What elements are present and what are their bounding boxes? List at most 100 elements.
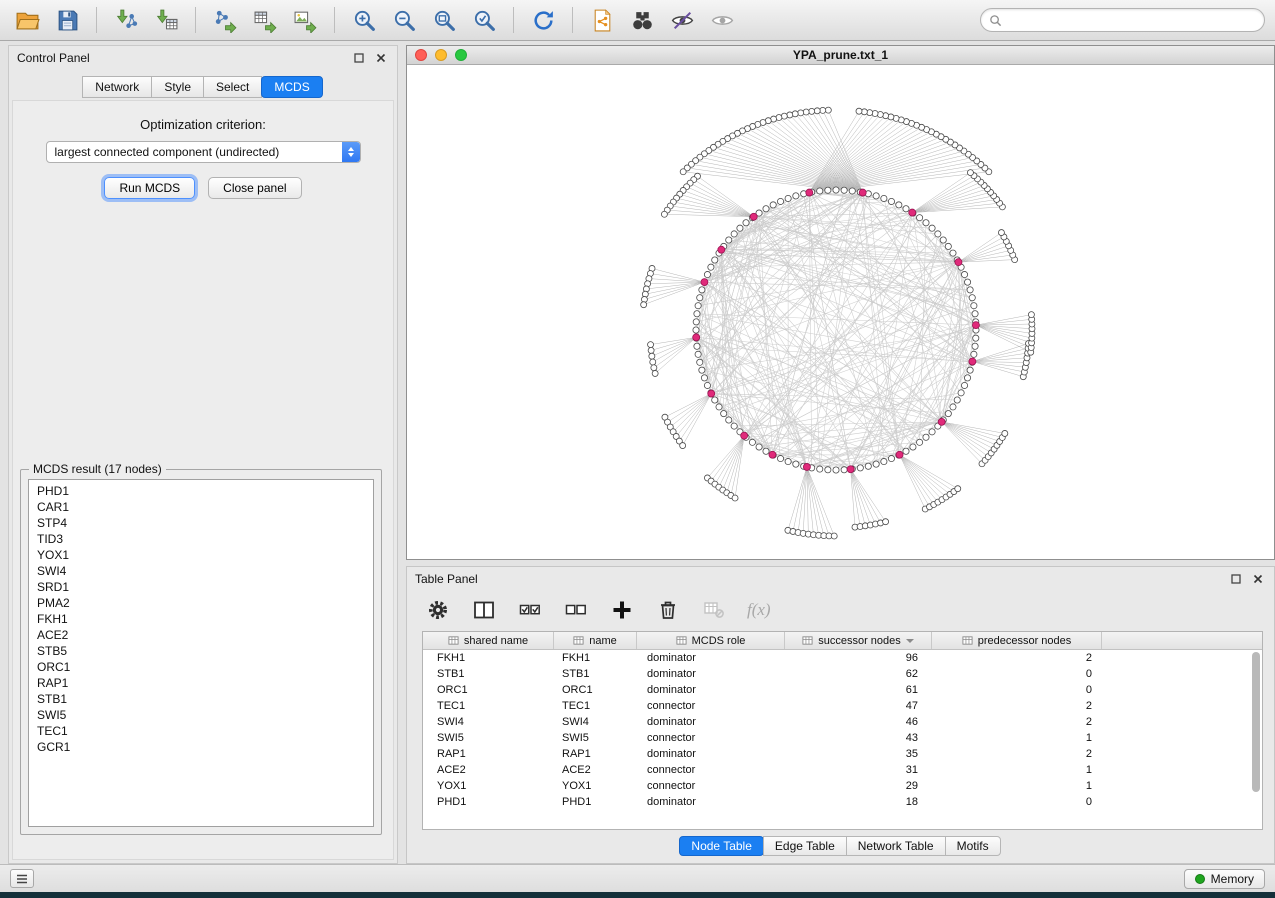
export-network-button[interactable] [208,4,242,36]
table-tab-label: Edge Table [775,839,835,853]
show-graphics-details-button[interactable] [705,4,739,36]
column-header[interactable]: predecessor nodes [932,632,1102,649]
import-network-button[interactable] [109,4,143,36]
export-image-button[interactable] [288,4,322,36]
cell-name: FKH1 [554,652,637,664]
table-row[interactable]: STB1 STB1 dominator 62 0 [423,666,1262,682]
table-row[interactable]: SWI5 SWI5 connector 43 1 [423,730,1262,746]
status-menu-button[interactable] [10,869,34,888]
zoom-out-button[interactable] [387,4,421,36]
table-row[interactable]: TEC1 TEC1 connector 47 2 [423,698,1262,714]
column-header[interactable]: MCDS role [637,632,785,649]
table-row[interactable]: FKH1 FKH1 dominator 96 2 [423,650,1262,666]
criterion-select[interactable]: largest connected component (undirected) [46,141,361,163]
close-panel-button-secondary[interactable]: Close panel [208,177,301,199]
memory-button[interactable]: Memory [1184,869,1265,889]
cell-mcds-role: dominator [637,652,785,664]
table-row[interactable]: RAP1 RAP1 dominator 35 2 [423,746,1262,762]
table-row[interactable]: ACE2 ACE2 connector 31 1 [423,762,1262,778]
result-node-item[interactable]: YOX1 [37,547,373,563]
delete-column-button[interactable] [655,597,681,623]
status-bar: Memory [0,864,1275,892]
float-panel-button[interactable] [351,50,367,66]
refresh-layout-button[interactable] [526,4,560,36]
node-table: shared name name [422,631,1263,830]
result-node-item[interactable]: PMA2 [37,595,373,611]
eye-slash-icon [670,8,695,33]
result-node-label: RAP1 [37,676,68,690]
maximize-window-button[interactable] [455,49,467,61]
result-node-item[interactable]: SWI4 [37,563,373,579]
zoom-in-button[interactable] [347,4,381,36]
table-settings-button[interactable] [425,597,451,623]
result-node-item[interactable]: ORC1 [37,659,373,675]
result-node-item[interactable]: TEC1 [37,723,373,739]
close-table-panel-button[interactable] [1250,571,1266,587]
result-node-item[interactable]: SRD1 [37,579,373,595]
add-column-button[interactable] [609,597,635,623]
close-window-button[interactable] [415,49,427,61]
result-node-item[interactable]: STP4 [37,515,373,531]
deselect-all-rows-button[interactable] [563,597,589,623]
run-mcds-button[interactable]: Run MCDS [104,177,195,199]
column-header[interactable]: name [554,632,637,649]
export-to-web-button[interactable] [585,4,619,36]
minimize-window-button[interactable] [435,49,447,61]
result-node-item[interactable]: STB1 [37,691,373,707]
result-node-item[interactable]: CAR1 [37,499,373,515]
cell-predecessor-nodes: 2 [932,716,1102,728]
export-table-button[interactable] [248,4,282,36]
close-panel-button[interactable] [373,50,389,66]
import-table-button[interactable] [149,4,183,36]
control-panel-tab[interactable]: Style [151,76,204,98]
mcds-result-list: PHD1 CAR1 STP4 TID3 [28,479,374,827]
result-node-item[interactable]: SWI5 [37,707,373,723]
table-tab[interactable]: Node Table [679,836,764,856]
control-panel-tab[interactable]: Select [203,76,262,98]
memory-label: Memory [1211,872,1254,886]
table-row[interactable]: PHD1 PHD1 dominator 18 0 [423,794,1262,810]
vertical-splitter[interactable] [399,41,406,864]
control-panel-tab[interactable]: MCDS [261,76,322,98]
result-node-item[interactable]: PHD1 [37,483,373,499]
result-node-item[interactable]: RAP1 [37,675,373,691]
table-scrollbar-thumb[interactable] [1252,652,1260,792]
float-table-panel-button[interactable] [1228,571,1244,587]
table-tab[interactable]: Motifs [945,836,1001,856]
zoom-selected-button[interactable] [467,4,501,36]
export-table-icon [253,8,278,33]
table-tab[interactable]: Network Table [846,836,946,856]
table-row[interactable]: YOX1 YOX1 connector 29 1 [423,778,1262,794]
deselect-all-icon [565,599,587,621]
cell-successor-nodes: 46 [785,716,932,728]
result-node-item[interactable]: STB5 [37,643,373,659]
find-button[interactable] [625,4,659,36]
select-all-rows-button[interactable] [517,597,543,623]
table-header-row: shared name name [423,632,1262,650]
result-node-item[interactable]: GCR1 [37,739,373,755]
network-canvas[interactable] [407,65,1274,559]
control-panel-tab[interactable]: Network [82,76,152,98]
columns-icon [473,599,495,621]
open-session-button[interactable] [10,4,44,36]
result-node-label: SRD1 [37,580,69,594]
show-columns-button[interactable] [471,597,497,623]
column-header[interactable]: shared name [423,632,554,649]
table-row[interactable]: SWI4 SWI4 dominator 46 2 [423,714,1262,730]
result-node-item[interactable]: ACE2 [37,627,373,643]
sort-descending-icon[interactable] [906,639,914,647]
zoom-fit-button[interactable] [427,4,461,36]
table-row[interactable]: ORC1 ORC1 dominator 61 0 [423,682,1262,698]
network-window-titlebar[interactable]: YPA_prune.txt_1 [407,46,1274,65]
hide-unhide-button[interactable] [665,4,699,36]
cell-successor-nodes: 18 [785,796,932,808]
result-node-label: SWI4 [37,564,66,578]
search-input[interactable] [1007,13,1256,27]
column-header[interactable]: successor nodes [785,632,932,649]
table-tab[interactable]: Edge Table [763,836,847,856]
search-field[interactable] [980,8,1265,32]
save-session-button[interactable] [50,4,84,36]
result-node-item[interactable]: TID3 [37,531,373,547]
trash-icon [657,599,679,621]
result-node-item[interactable]: FKH1 [37,611,373,627]
